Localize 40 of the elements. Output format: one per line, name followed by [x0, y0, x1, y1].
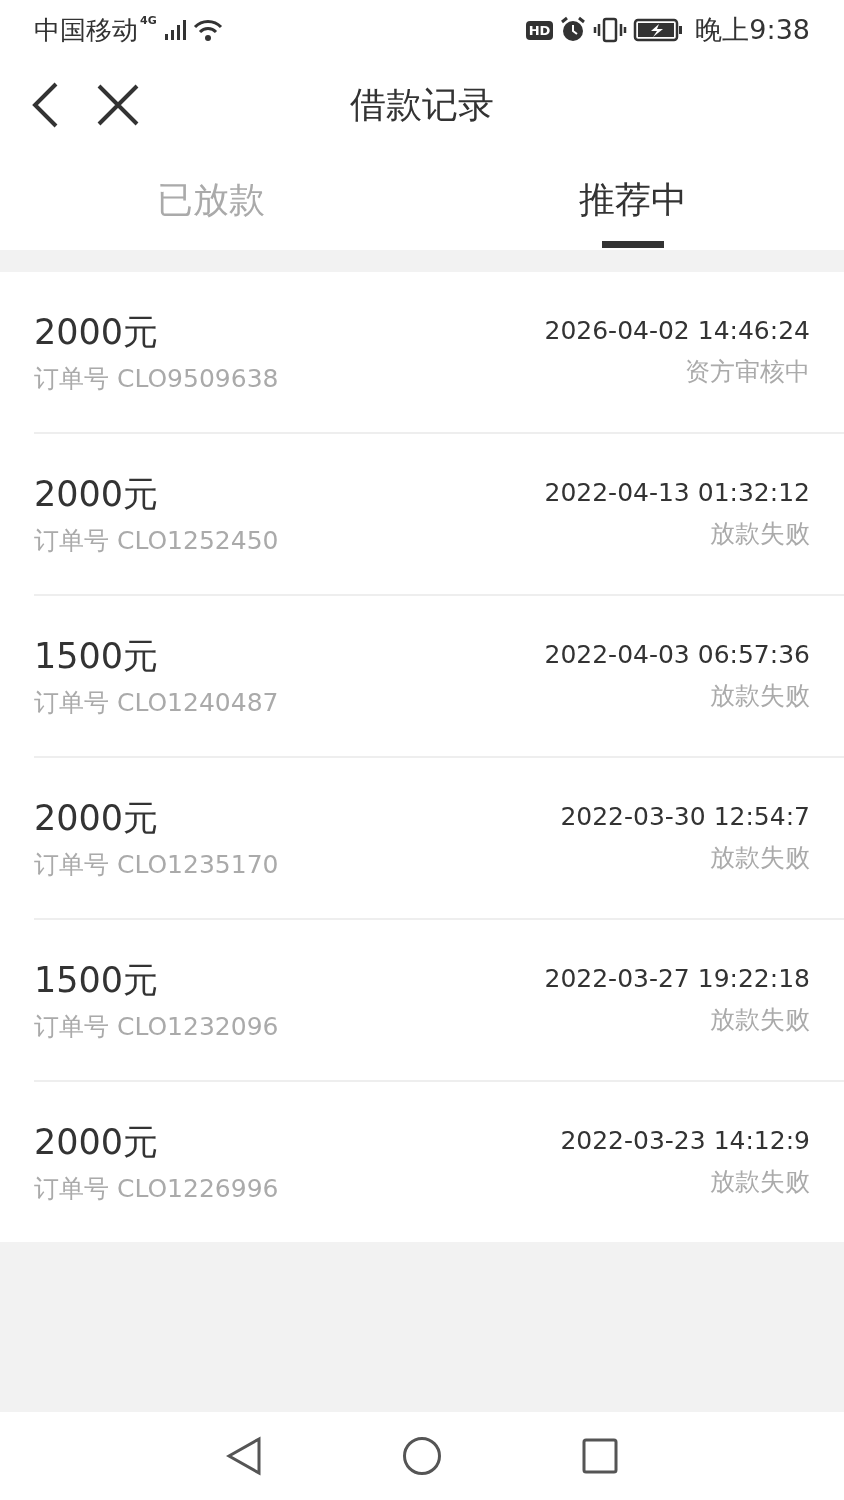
record-status: 放款失败 [710, 1004, 810, 1036]
wifi-icon [192, 18, 223, 42]
network-type: 4G [140, 14, 157, 27]
record-status: 资方审核中 [685, 356, 810, 388]
back-button[interactable] [30, 81, 60, 129]
record-status: 放款失败 [710, 518, 810, 550]
loan-amount: 2000元 [34, 473, 160, 516]
record-time: 2026-04-02 14:46:24 [544, 316, 810, 345]
loan-amount: 2000元 [34, 1121, 160, 1164]
order-number: 订单号 CLO1252450 [34, 525, 279, 557]
record-time: 2022-03-23 14:12:9 [560, 1126, 810, 1155]
record-time: 2022-04-03 06:57:36 [544, 640, 810, 669]
clock-time: 晚上9:38 [695, 13, 810, 47]
page-title: 借款记录 [350, 82, 494, 127]
loan-amount: 2000元 [34, 797, 160, 840]
carrier-name: 中国移动 [34, 13, 138, 47]
loan-amount: 2000元 [34, 311, 160, 354]
loan-amount: 1500元 [34, 959, 160, 1002]
home-nav-icon[interactable] [402, 1436, 442, 1476]
close-button[interactable] [96, 83, 140, 127]
alarm-icon [559, 16, 588, 44]
record-status: 放款失败 [710, 842, 810, 874]
tab[interactable]: 推荐中 [422, 150, 844, 250]
vibrate-icon [593, 17, 628, 43]
record-time: 2022-03-30 12:54:7 [560, 802, 810, 831]
back-nav-icon[interactable] [226, 1436, 262, 1476]
order-number: 订单号 CLO1232096 [34, 1011, 279, 1043]
record-time: 2022-03-27 19:22:18 [544, 964, 810, 993]
order-number: 订单号 CLO1235170 [34, 849, 279, 881]
battery-icon [633, 17, 684, 43]
loan-amount: 1500元 [34, 635, 160, 678]
record-status: 放款失败 [710, 1166, 810, 1198]
recents-nav-icon[interactable] [582, 1438, 618, 1474]
record-status: 放款失败 [710, 680, 810, 712]
order-number: 订单号 CLO1226996 [34, 1173, 279, 1205]
order-number: 订单号 CLO1240487 [34, 687, 279, 719]
record-time: 2022-04-13 01:32:12 [544, 478, 810, 507]
hd-badge: HD [525, 20, 554, 40]
order-number: 订单号 CLO9509638 [34, 363, 279, 395]
signal-icon [162, 18, 187, 42]
